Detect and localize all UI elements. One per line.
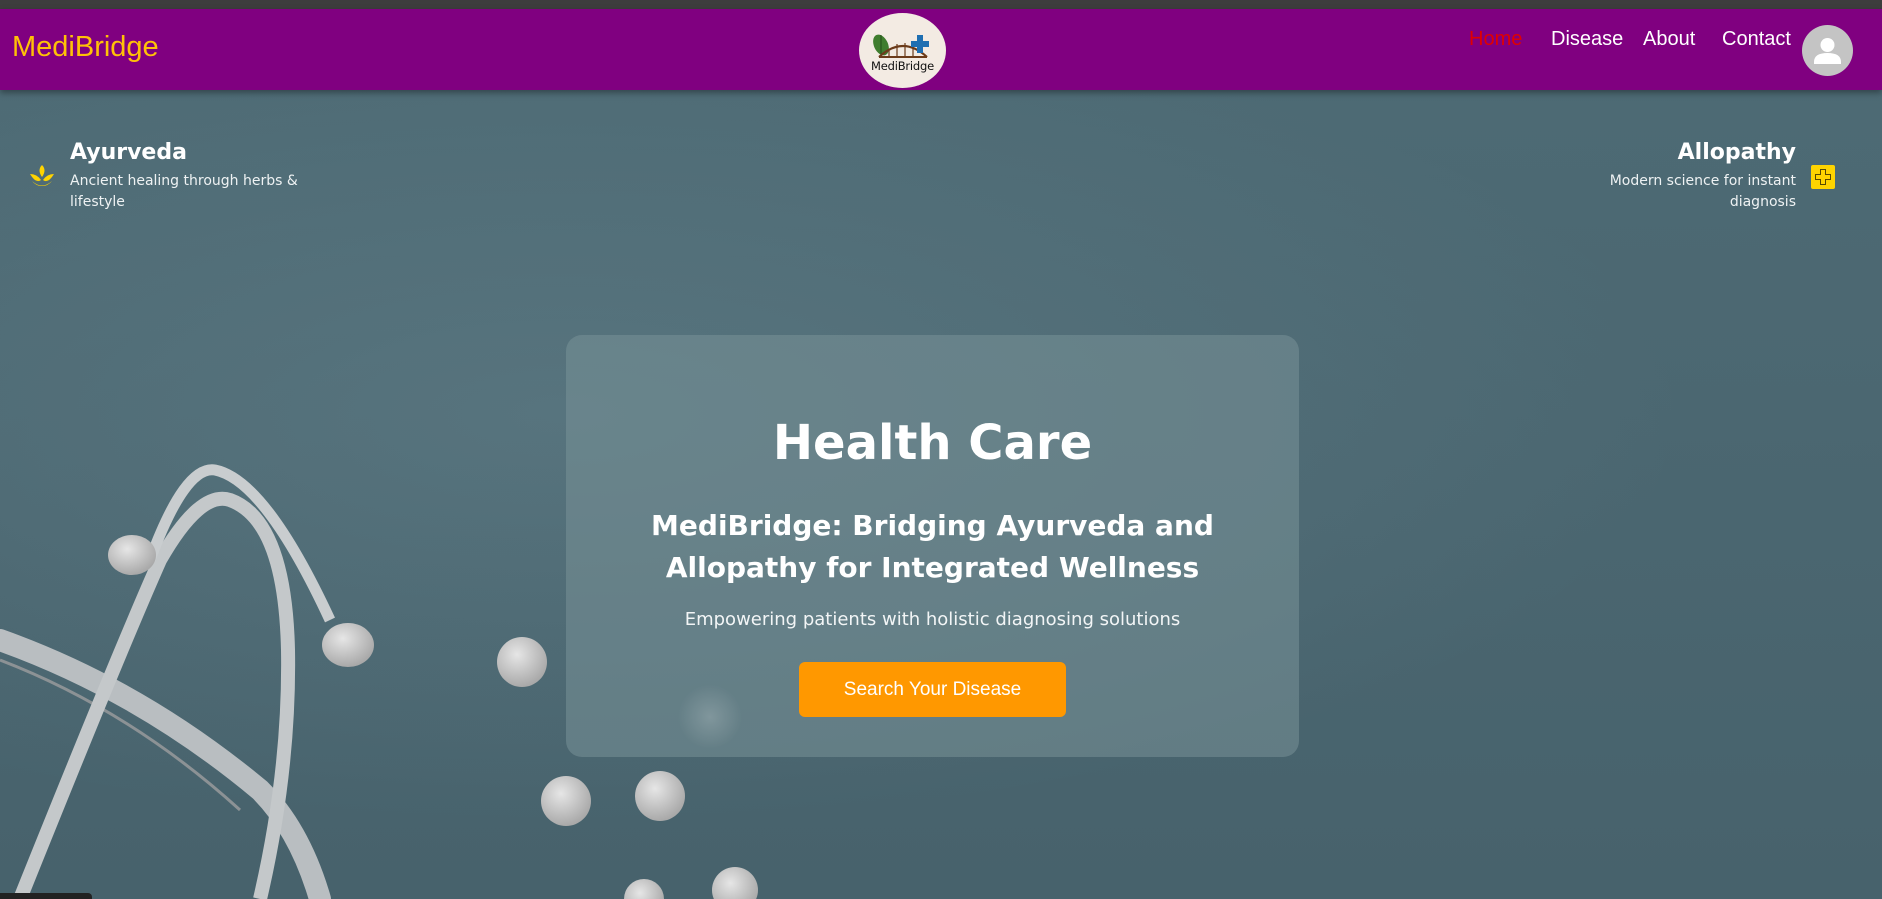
search-disease-button[interactable]: Search Your Disease bbox=[799, 662, 1066, 717]
nav-about-link[interactable]: About bbox=[1643, 28, 1695, 51]
hero-section: Ayurveda Ancient healing through herbs &… bbox=[0, 90, 1882, 899]
allopathy-title: Allopathy bbox=[1677, 140, 1796, 165]
medical-cross-icon bbox=[1811, 165, 1835, 189]
bridge-logo-icon bbox=[872, 34, 929, 58]
hero-title: Health Care bbox=[772, 415, 1093, 471]
corner-tab bbox=[0, 893, 92, 899]
logo-text: MediBridge bbox=[871, 58, 934, 73]
user-avatar-button[interactable] bbox=[1802, 25, 1853, 76]
site-logo[interactable]: MediBridge bbox=[859, 13, 946, 88]
hero-card: Health Care MediBridge: Bridging Ayurved… bbox=[566, 335, 1299, 757]
hero-subtitle: MediBridge: Bridging Ayurveda and Allopa… bbox=[651, 509, 1214, 584]
nav-disease-link[interactable]: Disease bbox=[1551, 28, 1623, 51]
ayurveda-title: Ayurveda bbox=[70, 140, 187, 165]
browser-top-strip bbox=[0, 0, 1882, 9]
allopathy-feature: Allopathy Modern science for instant dia… bbox=[1566, 140, 1796, 213]
ayurveda-feature: Ayurveda Ancient healing through herbs &… bbox=[70, 140, 330, 213]
brand-name[interactable]: MediBridge bbox=[12, 31, 159, 64]
hero-tagline: Empowering patients with holistic diagno… bbox=[684, 609, 1181, 630]
allopathy-description: Modern science for instant diagnosis bbox=[1609, 173, 1796, 210]
nav-home-link[interactable]: Home bbox=[1469, 28, 1522, 51]
leaf-icon bbox=[30, 165, 54, 186]
ayurveda-description: Ancient healing through herbs & lifestyl… bbox=[70, 173, 298, 210]
navbar: MediBridge MediBridge Home Disease About… bbox=[0, 9, 1882, 90]
user-avatar-icon bbox=[1814, 38, 1841, 64]
nav-contact-link[interactable]: Contact bbox=[1722, 28, 1791, 51]
